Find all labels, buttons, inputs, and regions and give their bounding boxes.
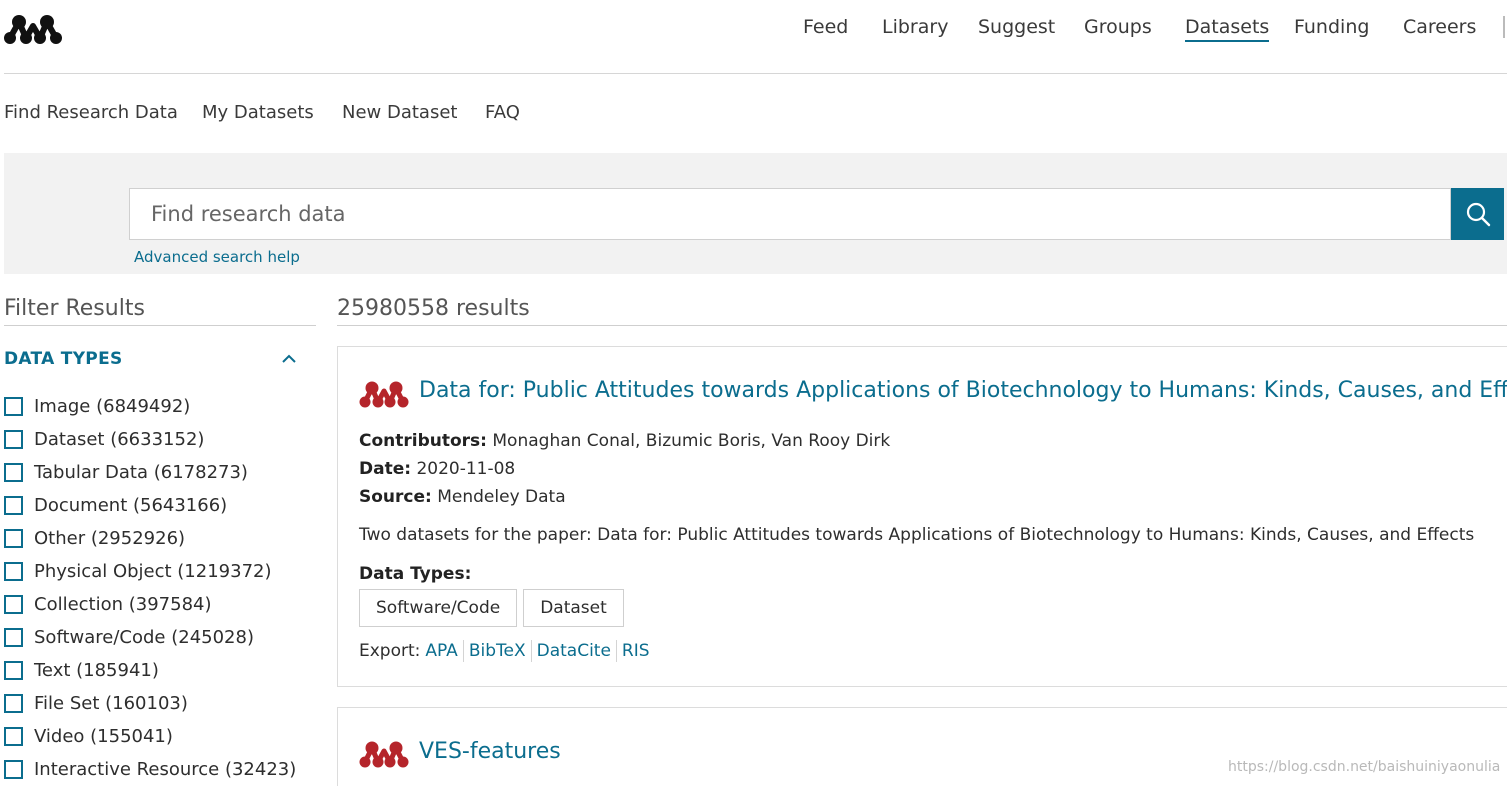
mendeley-logo-icon[interactable] <box>4 12 62 46</box>
advanced-search-help-link[interactable]: Advanced search help <box>134 248 300 266</box>
data-types-label: Data Types: <box>359 564 472 584</box>
filter-item-video[interactable]: Video (155041) <box>4 720 324 753</box>
mendeley-data-icon <box>359 381 409 408</box>
filter-item-other[interactable]: Other (2952926) <box>4 522 324 555</box>
result-title-link[interactable]: VES-features <box>419 739 561 764</box>
contributors-value: Monaghan Conal, Bizumic Boris, Van Rooy … <box>492 431 891 451</box>
checkbox[interactable] <box>4 727 23 746</box>
filter-label: Other (2952926) <box>34 528 186 549</box>
export-ris-link[interactable]: RIS <box>617 641 655 661</box>
export-datacite-link[interactable]: DataCite <box>532 641 616 661</box>
checkbox[interactable] <box>4 496 23 515</box>
filter-divider <box>4 325 316 326</box>
checkbox[interactable] <box>4 661 23 680</box>
nav-suggest[interactable]: Suggest <box>978 14 1055 40</box>
mendeley-data-icon <box>359 741 409 768</box>
results-divider <box>337 325 1507 326</box>
checkbox[interactable] <box>4 463 23 482</box>
filter-label: Software/Code (245028) <box>34 627 254 648</box>
chevron-up-icon[interactable] <box>280 350 298 368</box>
results-count: 25980558 results <box>337 296 530 321</box>
filter-item-file-set[interactable]: File Set (160103) <box>4 687 324 720</box>
filter-results-title: Filter Results <box>4 296 145 321</box>
data-types-filter-list: Image (6849492) Dataset (6633152) Tabula… <box>4 390 324 786</box>
date-value: 2020-11-08 <box>416 459 516 479</box>
result-contributors: Contributors: Monaghan Conal, Bizumic Bo… <box>359 431 890 451</box>
nav-overflow-edge <box>1503 16 1505 38</box>
checkbox[interactable] <box>4 397 23 416</box>
checkbox[interactable] <box>4 760 23 779</box>
export-bibtex-link[interactable]: BibTeX <box>464 641 531 661</box>
result-description: Two datasets for the paper: Data for: Pu… <box>359 525 1475 545</box>
export-row: Export: APA BibTeX DataCite RIS <box>359 640 655 662</box>
filter-item-tabular-data[interactable]: Tabular Data (6178273) <box>4 456 324 489</box>
data-type-tags: Software/Code Dataset <box>359 589 624 627</box>
filter-label: Dataset (6633152) <box>34 429 205 450</box>
data-type-tag-software-code[interactable]: Software/Code <box>359 589 518 627</box>
nav-careers[interactable]: Careers <box>1403 14 1476 40</box>
header-divider <box>4 73 1507 74</box>
checkbox[interactable] <box>4 595 23 614</box>
subnav-find-research-data[interactable]: Find Research Data <box>4 100 178 126</box>
filter-item-dataset[interactable]: Dataset (6633152) <box>4 423 324 456</box>
result-title-link[interactable]: Data for: Public Attitudes towards Appli… <box>419 378 1507 403</box>
checkbox[interactable] <box>4 562 23 581</box>
result-card: Data for: Public Attitudes towards Appli… <box>337 346 1507 687</box>
filter-item-software-code[interactable]: Software/Code (245028) <box>4 621 324 654</box>
data-type-tag-dataset[interactable]: Dataset <box>523 589 624 627</box>
search-icon <box>1466 202 1490 227</box>
subnav-faq[interactable]: FAQ <box>485 100 520 126</box>
filter-label: Physical Object (1219372) <box>34 561 272 582</box>
data-types-heading[interactable]: DATA TYPES <box>4 349 123 369</box>
export-label: Export: <box>359 641 421 661</box>
filter-label: Collection (397584) <box>34 594 212 615</box>
export-apa-link[interactable]: APA <box>420 641 462 661</box>
filter-item-physical-object[interactable]: Physical Object (1219372) <box>4 555 324 588</box>
filter-label: File Set (160103) <box>34 693 188 714</box>
nav-groups[interactable]: Groups <box>1084 14 1152 40</box>
source-value: Mendeley Data <box>437 487 566 507</box>
filter-label: Text (185941) <box>34 660 159 681</box>
source-label: Source: <box>359 487 432 507</box>
nav-feed[interactable]: Feed <box>803 14 848 40</box>
nav-library[interactable]: Library <box>882 14 948 40</box>
checkbox[interactable] <box>4 694 23 713</box>
filter-item-text[interactable]: Text (185941) <box>4 654 324 687</box>
filter-label: Tabular Data (6178273) <box>34 462 248 483</box>
filter-label: Image (6849492) <box>34 396 191 417</box>
search-button[interactable] <box>1451 188 1504 240</box>
contributors-label: Contributors: <box>359 431 487 451</box>
filter-label: Video (155041) <box>34 726 173 747</box>
filter-item-image[interactable]: Image (6849492) <box>4 390 324 423</box>
filter-item-interactive-resource[interactable]: Interactive Resource (32423) <box>4 753 324 786</box>
checkbox[interactable] <box>4 529 23 548</box>
filter-item-collection[interactable]: Collection (397584) <box>4 588 324 621</box>
subnav-my-datasets[interactable]: My Datasets <box>202 100 314 126</box>
result-source: Source: Mendeley Data <box>359 487 566 507</box>
search-input[interactable] <box>129 188 1451 240</box>
result-date: Date: 2020-11-08 <box>359 459 515 479</box>
checkbox[interactable] <box>4 628 23 647</box>
nav-datasets[interactable]: Datasets <box>1185 14 1270 42</box>
watermark-text: https://blog.csdn.net/baishuiniyaonulia <box>1228 759 1501 775</box>
filter-item-document[interactable]: Document (5643166) <box>4 489 324 522</box>
filter-label: Document (5643166) <box>34 495 228 516</box>
filter-label: Interactive Resource (32423) <box>34 759 297 780</box>
checkbox[interactable] <box>4 430 23 449</box>
subnav-new-dataset[interactable]: New Dataset <box>342 100 457 126</box>
date-label: Date: <box>359 459 412 479</box>
nav-funding[interactable]: Funding <box>1294 14 1369 40</box>
